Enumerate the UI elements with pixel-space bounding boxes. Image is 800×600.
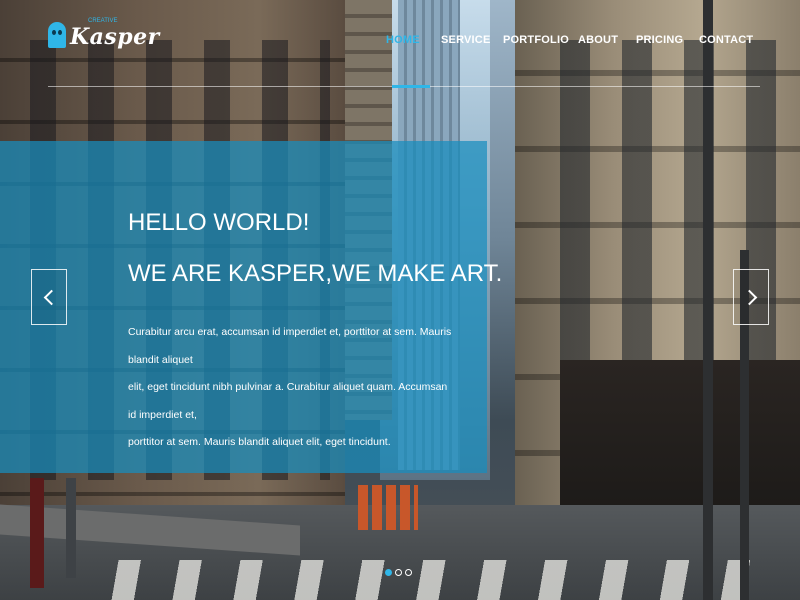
nav-item-about[interactable]: ABOUT: [578, 34, 618, 46]
carousel-dot-2[interactable]: [395, 569, 402, 576]
nav-item-service[interactable]: SERVICE: [441, 34, 491, 46]
hero-subtitle: WE ARE KASPER,WE MAKE ART.: [128, 260, 503, 287]
carousel-dot-3[interactable]: [405, 569, 412, 576]
carousel-dot-1[interactable]: [385, 569, 392, 576]
nav-item-home[interactable]: HOME: [386, 34, 420, 46]
traffic-barrels: [358, 485, 418, 530]
hero-description: Curabitur arcu erat, accumsan id imperdi…: [128, 319, 458, 457]
storefront: [560, 360, 800, 520]
hero-title: HELLO WORLD!: [128, 209, 310, 236]
site-header: Kasper CREATIVE HOME SERVICE PORTFOLIO A…: [0, 0, 800, 88]
main-nav: HOME SERVICE PORTFOLIO ABOUT PRICING CON…: [0, 34, 800, 48]
bollard: [66, 478, 76, 578]
hero-description-line: elit, eget tincidunt nibh pulvinar a. Cu…: [128, 381, 448, 421]
carousel-indicators: [385, 569, 412, 576]
traffic-pole: [703, 0, 713, 600]
chevron-left-icon: [43, 289, 59, 305]
hero-description-line: Curabitur arcu erat, accumsan id imperdi…: [128, 326, 452, 366]
hero-description-line: porttitor at sem. Mauris blandit aliquet…: [128, 436, 391, 448]
active-nav-indicator: [392, 85, 430, 88]
crosswalk: [80, 560, 780, 600]
bollard: [30, 478, 44, 588]
nav-item-pricing[interactable]: PRICING: [636, 34, 683, 46]
nav-item-contact[interactable]: CONTACT: [699, 34, 753, 46]
carousel-next-button[interactable]: [733, 269, 769, 325]
chevron-right-icon: [741, 289, 757, 305]
brand-tagline: CREATIVE: [88, 18, 118, 24]
carousel-prev-button[interactable]: [31, 269, 67, 325]
nav-item-portfolio[interactable]: PORTFOLIO: [503, 34, 569, 46]
